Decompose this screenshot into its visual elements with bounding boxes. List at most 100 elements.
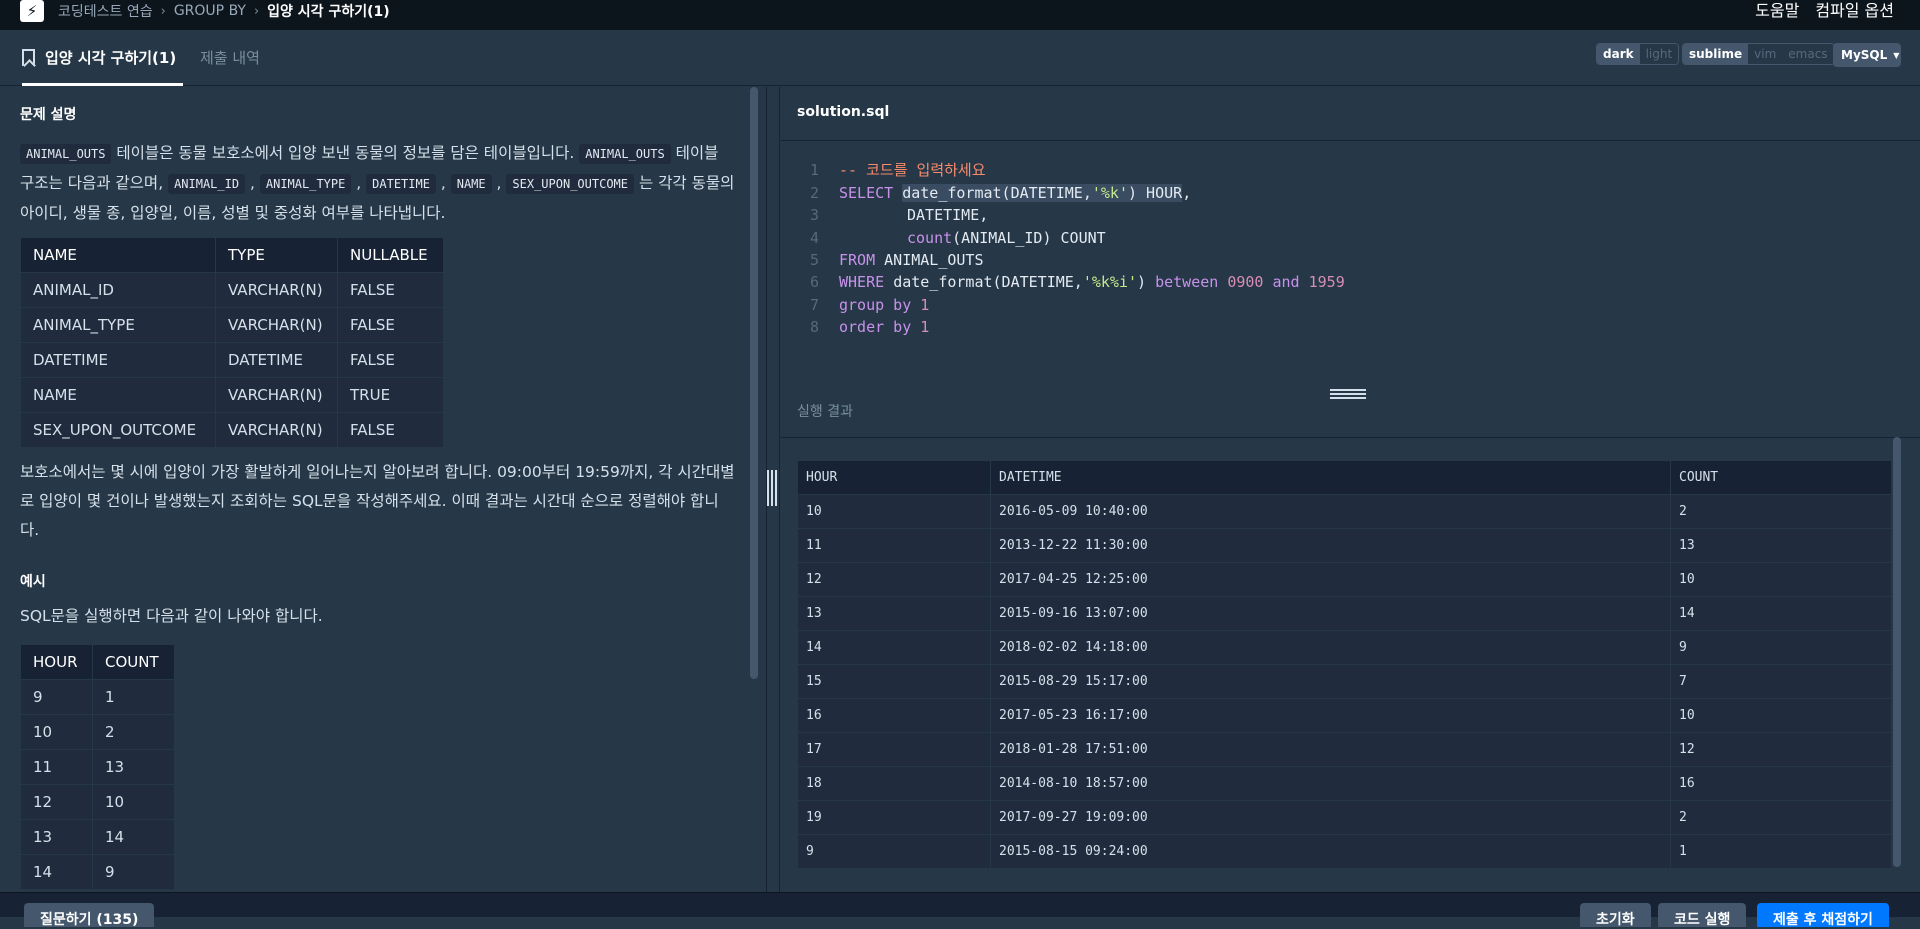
table-cell: 2014-08-10 18:57:00 — [990, 766, 1671, 801]
code-text: ) HOUR — [1128, 184, 1183, 202]
code-text: (ANIMAL_ID) COUNT — [952, 229, 1106, 247]
code-animal-id: ANIMAL_ID — [168, 174, 246, 194]
chevron-right-icon: › — [160, 3, 166, 19]
table-cell: 2 — [1670, 800, 1892, 835]
problem-scrollbar[interactable] — [750, 87, 758, 679]
example-heading: 예시 — [20, 574, 46, 590]
column-header: COUNT — [92, 644, 175, 680]
table-row: 11 2013-12-22 11:30:00 13 — [797, 528, 1892, 563]
resize-grip-icon[interactable] — [767, 470, 777, 506]
run-code-button[interactable]: 코드 실행 — [1658, 903, 1747, 928]
table-row: 13 14 — [20, 819, 175, 855]
theme-light-button[interactable]: light — [1639, 44, 1679, 64]
table-cell: 2015-08-29 15:17:00 — [990, 664, 1671, 699]
code-comment: -- 코드를 입력하세요 — [839, 161, 986, 179]
reset-button[interactable]: 초기화 — [1580, 903, 1651, 928]
line-number: 6 — [809, 273, 819, 291]
mode-emacs-button[interactable]: emacs — [1782, 44, 1834, 64]
table-row: 13 2015-09-16 13:07:00 14 — [797, 596, 1892, 631]
table-row: 15 2015-08-29 15:17:00 7 — [797, 664, 1892, 699]
code-keyword: count — [907, 229, 953, 247]
code-keyword: FROM — [839, 251, 885, 269]
resize-handle-icon[interactable] — [1330, 389, 1366, 399]
table-cell: 17 — [797, 732, 991, 767]
code-line[interactable]: 7 group by 1 — [781, 294, 929, 316]
table-row: 19 2017-09-27 19:09:00 2 — [797, 800, 1892, 835]
theme-toggle: dark light — [1596, 43, 1680, 65]
line-number: 2 — [809, 184, 819, 202]
bookmark-icon[interactable] — [22, 49, 35, 66]
table-row: 11 13 — [20, 749, 175, 785]
language-select[interactable]: MySQL ▼ — [1833, 43, 1901, 67]
code-line[interactable]: 3 DATETIME, — [781, 204, 988, 226]
table-cell: DATETIME — [215, 342, 338, 378]
table-cell: FALSE — [337, 412, 444, 448]
code-text: date_format(DATETIME, — [893, 273, 1083, 291]
result-label: 실행 결과 — [797, 404, 853, 420]
mode-vim-button[interactable]: vim — [1748, 44, 1783, 64]
code-text: DATETIME, — [907, 206, 989, 224]
column-header: TYPE — [215, 237, 338, 273]
table-cell: FALSE — [337, 307, 444, 343]
table-cell: NAME — [20, 377, 216, 413]
code-number: 1 — [920, 318, 930, 336]
result-table: HOUR DATETIME COUNT 10 2016-05-09 10:40:0… — [797, 460, 1892, 869]
code-string: '%k' — [1091, 184, 1128, 202]
table-row: 12 10 — [20, 784, 175, 820]
tab-problem[interactable]: 입양 시각 구하기(1) — [22, 47, 176, 68]
table-cell: 15 — [797, 664, 991, 699]
compile-options-link[interactable]: 컴파일 옵션 — [1815, 0, 1894, 21]
code-datetime: DATETIME — [366, 174, 436, 194]
table-row: 9 2015-08-15 09:24:00 1 — [797, 834, 1892, 869]
code-line[interactable]: 1 -- 코드를 입력하세요 — [781, 159, 986, 181]
code-line[interactable]: 5 FROM ANIMAL_OUTS — [781, 249, 984, 271]
tab-submissions[interactable]: 제출 내역 — [200, 47, 260, 68]
table-cell: 14 — [92, 819, 175, 855]
breadcrumb-item-current: 입양 시각 구하기(1) — [267, 4, 390, 20]
code-line[interactable]: 4 count(ANIMAL_ID) COUNT — [781, 227, 1106, 249]
code-line[interactable]: 2 SELECT date_format(DATETIME,'%k') HOUR, — [781, 182, 1191, 204]
logo-icon[interactable]: ⚡ — [20, 0, 44, 22]
table-cell: 11 — [797, 528, 991, 563]
code-number: 1 — [920, 296, 930, 314]
table-cell: 2015-09-16 13:07:00 — [990, 596, 1671, 631]
ask-question-button[interactable]: 질문하기 (135) — [24, 903, 155, 928]
table-cell: 2016-05-09 10:40:00 — [990, 494, 1671, 529]
column-header: NULLABLE — [337, 237, 444, 273]
table-header-row: HOUR COUNT — [20, 644, 175, 680]
table-cell: 9 — [92, 854, 175, 890]
table-cell: 2017-04-25 12:25:00 — [990, 562, 1671, 597]
table-cell: ANIMAL_TYPE — [20, 307, 216, 343]
table-row: 10 2016-05-09 10:40:00 2 — [797, 494, 1892, 529]
table-cell: VARCHAR(N) — [215, 412, 338, 448]
result-scrollbar[interactable] — [1893, 437, 1901, 867]
table-row: 91 — [20, 679, 175, 715]
table-cell: 2013-12-22 11:30:00 — [990, 528, 1671, 563]
breadcrumb-item-groupby[interactable]: GROUP BY — [174, 3, 246, 19]
theme-dark-button[interactable]: dark — [1597, 44, 1640, 64]
code-line[interactable]: 6 WHERE date_format(DATETIME,'%k%i') betw… — [781, 271, 1345, 293]
line-number: 1 — [809, 161, 819, 179]
tab-active-indicator — [22, 83, 183, 86]
table-row: 18 2014-08-10 18:57:00 16 — [797, 766, 1892, 801]
help-link[interactable]: 도움말 — [1755, 0, 1799, 21]
code-keyword: SELECT — [839, 184, 903, 202]
submit-button[interactable]: 제출 후 채점하기 — [1757, 903, 1889, 928]
table-header-row: HOUR DATETIME COUNT — [797, 460, 1892, 495]
problem-heading: 문제 설명 — [20, 107, 77, 123]
table-cell: FALSE — [337, 342, 444, 378]
code-line[interactable]: 8 order by 1 — [781, 316, 929, 338]
table-cell: FALSE — [337, 272, 444, 308]
table-cell: 9 — [797, 834, 991, 869]
table-cell: 2018-02-02 14:18:00 — [990, 630, 1671, 665]
table-row: SEX_UPON_OUTCOME VARCHAR(N) FALSE — [20, 412, 444, 448]
example-text: SQL문을 실행하면 다음과 같이 나와야 합니다. — [20, 607, 323, 625]
code-name: NAME — [450, 174, 492, 194]
breadcrumb-item-practice[interactable]: 코딩테스트 연습 — [58, 1, 153, 21]
table-cell: ANIMAL_ID — [20, 272, 216, 308]
table-cell: VARCHAR(N) — [215, 307, 338, 343]
mode-sublime-button[interactable]: sublime — [1683, 44, 1749, 64]
table-cell: 2 — [92, 714, 175, 750]
table-cell: 19 — [797, 800, 991, 835]
code-keyword: and — [1263, 273, 1309, 291]
